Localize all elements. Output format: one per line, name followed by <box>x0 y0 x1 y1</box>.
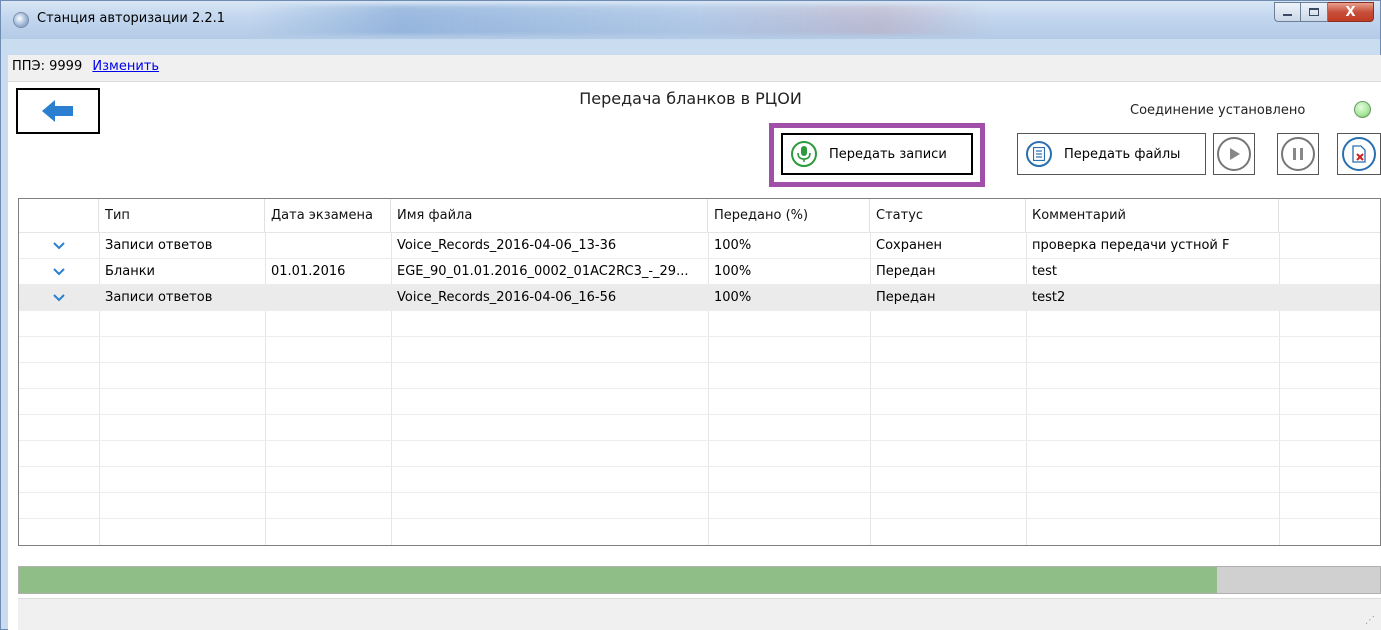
delete-file-icon <box>1342 137 1376 171</box>
cell-percent: 100% <box>714 290 752 305</box>
play-icon <box>1217 137 1251 171</box>
cell-comment: проверка передачи устной F <box>1032 238 1230 253</box>
cell-comment: test <box>1032 264 1057 279</box>
header-expand <box>19 199 99 232</box>
cell-date <box>265 233 391 258</box>
cell-date <box>265 285 391 310</box>
cell-percent: 100% <box>714 264 752 279</box>
empty-row <box>19 415 1380 441</box>
header-file-name[interactable]: Имя файла <box>391 199 708 232</box>
empty-row <box>19 389 1380 415</box>
table-row[interactable]: Записи ответов Voice_Records_2016-04-06_… <box>19 233 1380 259</box>
window-controls: X <box>1274 2 1374 22</box>
table-row[interactable]: Бланки 01.01.2016 EGE_90_01.01.2016_0002… <box>19 259 1380 285</box>
minimize-button[interactable] <box>1274 2 1301 22</box>
header-type[interactable]: Тип <box>99 199 265 232</box>
cell-percent: 100% <box>714 238 752 253</box>
expand-chevron-icon[interactable] <box>19 285 99 310</box>
cancel-transfer-button[interactable] <box>1337 133 1381 175</box>
cell-file: EGE_90_01.01.2016_0002_01AC2RC3_-_29... <box>397 264 689 279</box>
play-button[interactable] <box>1213 133 1255 175</box>
empty-row <box>19 363 1380 389</box>
header-comment[interactable]: Комментарий <box>1026 199 1279 232</box>
send-files-label: Передать файлы <box>1064 146 1181 162</box>
microphone-icon <box>791 141 817 167</box>
empty-row <box>19 493 1380 519</box>
header-status[interactable]: Статус <box>870 199 1026 232</box>
table-row-selected[interactable]: Записи ответов Voice_Records_2016-04-06_… <box>19 285 1380 311</box>
progress-fill <box>19 567 1217 593</box>
header-percent[interactable]: Передано (%) <box>708 199 870 232</box>
cell-type: Бланки <box>105 264 155 279</box>
status-bar: ⋰ <box>18 598 1381 630</box>
resize-grip-icon[interactable]: ⋰ <box>1365 615 1375 626</box>
ppe-bar: ППЭ: 9999 Изменить <box>8 55 1381 82</box>
pause-icon <box>1281 137 1315 171</box>
empty-row <box>19 337 1380 363</box>
title-bar[interactable]: Станция авторизации 2.2.1 X <box>1 1 1380 39</box>
send-records-label: Передать записи <box>829 146 947 162</box>
send-records-button[interactable]: Передать записи <box>781 133 973 175</box>
cell-status: Передан <box>876 290 936 305</box>
cell-status: Передан <box>876 264 936 279</box>
connection-status-label: Соединение установлено <box>1130 103 1306 118</box>
close-icon: X <box>1345 4 1356 20</box>
maximize-button[interactable] <box>1301 2 1328 22</box>
cell-file: Voice_Records_2016-04-06_13-36 <box>397 238 617 253</box>
cell-type: Записи ответов <box>105 238 213 253</box>
transfer-progress-bar <box>18 566 1381 594</box>
empty-row <box>19 311 1380 337</box>
cell-status: Сохранен <box>876 238 942 253</box>
minimize-icon <box>1283 14 1292 16</box>
empty-row <box>19 467 1380 493</box>
maximize-icon <box>1309 8 1319 16</box>
table-header: Тип Дата экзамена Имя файла Передано (%)… <box>19 199 1380 233</box>
expand-chevron-icon[interactable] <box>19 233 99 258</box>
background-blur <box>251 5 991 35</box>
expand-chevron-icon[interactable] <box>19 259 99 284</box>
ppe-label: ППЭ: 9999 <box>12 59 83 74</box>
transfer-table: Тип Дата экзамена Имя файла Передано (%)… <box>18 198 1381 546</box>
send-files-button[interactable]: Передать файлы <box>1017 133 1206 175</box>
ppe-info: ППЭ: 9999 Изменить <box>12 59 159 74</box>
cell-type: Записи ответов <box>105 290 213 305</box>
empty-row <box>19 441 1380 467</box>
close-window-button[interactable]: X <box>1328 2 1374 22</box>
cell-comment: test2 <box>1032 290 1066 305</box>
cell-date: 01.01.2016 <box>271 264 346 279</box>
cell-file: Voice_Records_2016-04-06_16-56 <box>397 290 617 305</box>
change-ppe-link[interactable]: Изменить <box>92 59 159 74</box>
header-exam-date[interactable]: Дата экзамена <box>265 199 391 232</box>
pause-button[interactable] <box>1277 133 1319 175</box>
app-icon <box>13 12 29 28</box>
window-title: Станция авторизации 2.2.1 <box>37 11 226 26</box>
document-icon <box>1026 141 1052 167</box>
connection-indicator-icon <box>1354 101 1371 118</box>
